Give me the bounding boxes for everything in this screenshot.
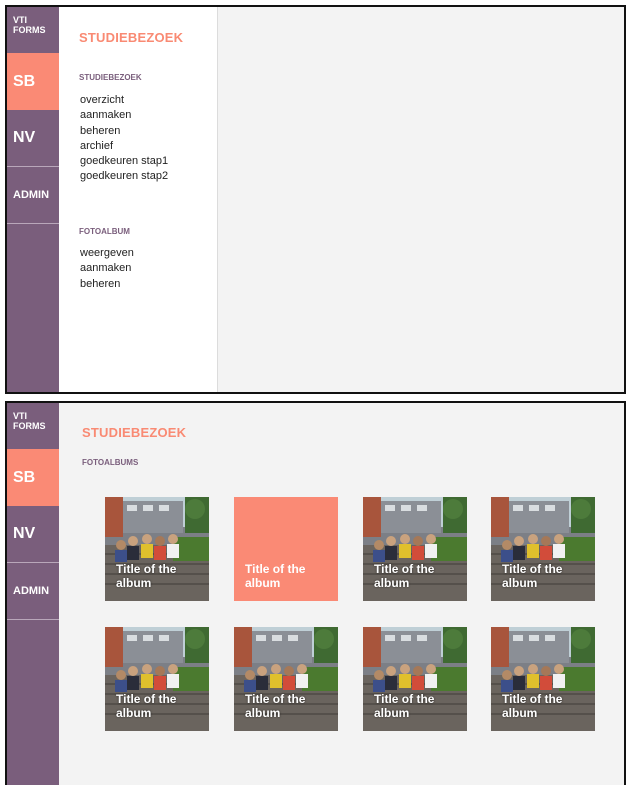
brand-logo[interactable]: VTI FORMS bbox=[7, 403, 59, 449]
nav-item-nv[interactable]: NV bbox=[7, 506, 59, 563]
nav-label: NV bbox=[13, 525, 36, 542]
album-card[interactable]: Title of the album bbox=[363, 627, 467, 731]
brand-line1: VTI bbox=[13, 15, 28, 25]
menu-item[interactable]: goedkeuren stap1 bbox=[80, 154, 168, 169]
section-heading-studiebezoek: STUDIEBEZOEK bbox=[79, 73, 142, 82]
nav-label: SB bbox=[13, 468, 36, 486]
menu-item[interactable]: aanmaken bbox=[80, 108, 168, 123]
section-heading-fotoalbums: FOTOALBUMS bbox=[82, 458, 139, 467]
brand-line2: FORMS bbox=[13, 421, 46, 431]
album-card[interactable]: Title of the album bbox=[234, 627, 338, 731]
album-title: Title of the album bbox=[502, 692, 563, 720]
album-card[interactable]: Title of the album bbox=[363, 497, 467, 601]
nav-label: ADMIN bbox=[13, 585, 50, 597]
album-title: Title of the album bbox=[116, 562, 177, 590]
brand-line2: FORMS bbox=[13, 25, 46, 35]
main-content: STUDIEBEZOEK FOTOALBUMS Title of the alb… bbox=[59, 403, 624, 785]
album-card[interactable]: Title of the album bbox=[491, 497, 595, 601]
menu-item[interactable]: overzicht bbox=[80, 93, 168, 108]
nav-label: SB bbox=[13, 72, 36, 90]
album-title: Title of the album bbox=[374, 562, 435, 590]
page-title: STUDIEBEZOEK bbox=[82, 425, 187, 440]
nav-label: ADMIN bbox=[13, 189, 50, 201]
album-card[interactable]: Title of the album bbox=[234, 497, 338, 601]
menu-item[interactable]: weergeven bbox=[80, 246, 134, 261]
album-title: Title of the album bbox=[502, 562, 563, 590]
section-heading-fotoalbum: FOTOALBUM bbox=[79, 227, 130, 236]
page-title: STUDIEBEZOEK bbox=[79, 30, 184, 45]
fotoalbum-menu: weergeven aanmaken beheren bbox=[80, 246, 134, 292]
nav-item-admin[interactable]: ADMIN bbox=[7, 167, 59, 224]
nav-item-nv[interactable]: NV bbox=[7, 110, 59, 167]
album-card[interactable]: Title of the album bbox=[105, 497, 209, 601]
screen-fotoalbums: VTI FORMS SB NV ADMIN STUDIEBEZOEK FOTOA… bbox=[5, 401, 626, 785]
brand-logo[interactable]: VTI FORMS bbox=[7, 7, 59, 53]
nav-label: NV bbox=[13, 129, 36, 146]
studiebezoek-menu: overzicht aanmaken beheren archief goedkeure… bbox=[80, 93, 168, 185]
menu-item[interactable]: archief bbox=[80, 139, 168, 154]
album-card[interactable]: Title of the album bbox=[105, 627, 209, 731]
album-title: Title of the album bbox=[245, 692, 306, 720]
menu-item[interactable]: beheren bbox=[80, 124, 168, 139]
album-title: Title of the album bbox=[245, 562, 306, 590]
sidebar: VTI FORMS SB NV ADMIN bbox=[7, 403, 59, 785]
menu-item[interactable]: goedkeuren stap2 bbox=[80, 169, 168, 184]
brand-line1: VTI bbox=[13, 411, 28, 421]
sidebar: VTI FORMS SB NV ADMIN bbox=[7, 7, 59, 392]
menu-item[interactable]: beheren bbox=[80, 277, 134, 292]
nav-item-admin[interactable]: ADMIN bbox=[7, 563, 59, 620]
album-card[interactable]: Title of the album bbox=[491, 627, 595, 731]
screen-menu: VTI FORMS SB NV ADMIN STUDIEBEZOEK STUDI… bbox=[5, 5, 626, 394]
nav-item-sb[interactable]: SB bbox=[7, 449, 59, 506]
submenu-panel: STUDIEBEZOEK STUDIEBEZOEK overzicht aanma… bbox=[59, 7, 218, 392]
album-title: Title of the album bbox=[116, 692, 177, 720]
album-title: Title of the album bbox=[374, 692, 435, 720]
nav-item-sb[interactable]: SB bbox=[7, 53, 59, 110]
menu-item[interactable]: aanmaken bbox=[80, 261, 134, 276]
